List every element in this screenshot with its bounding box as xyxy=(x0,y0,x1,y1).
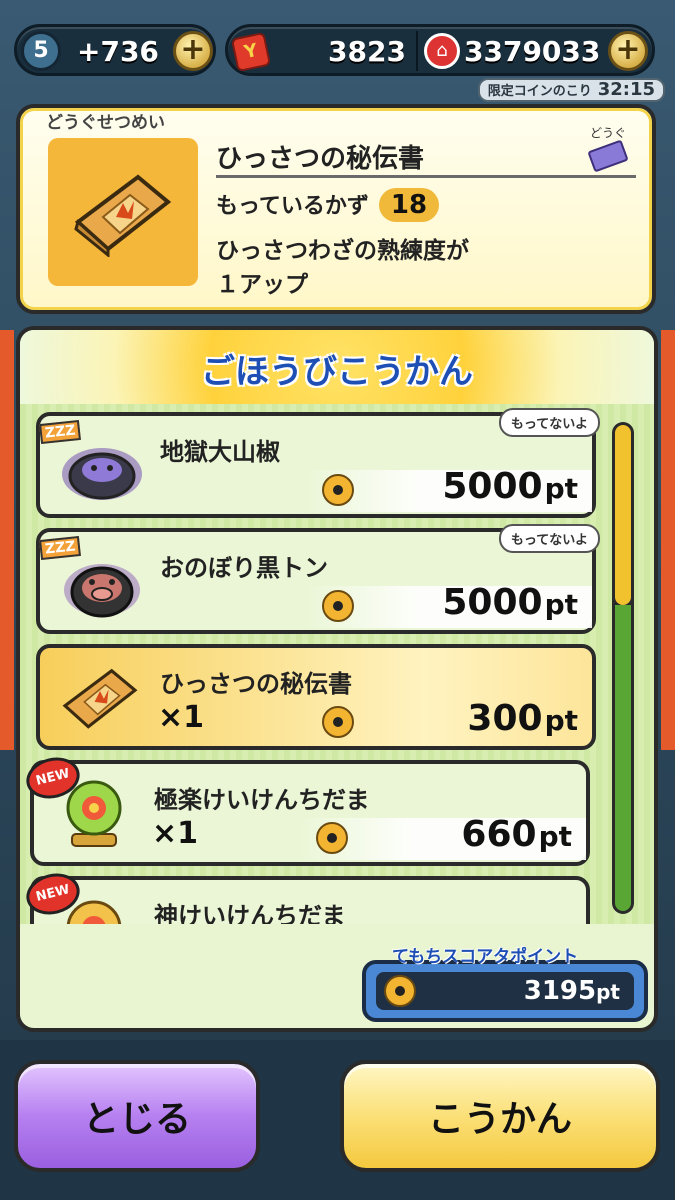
reward-row[interactable]: ZZZ おのぼり黒トン 5000pt もってないよ xyxy=(36,524,600,634)
scrollbar-track xyxy=(615,605,631,911)
reward-list-scrollbar[interactable] xyxy=(612,422,634,914)
reward-row-selected[interactable]: ひっさつの秘伝書 ×1 300pt xyxy=(36,644,596,750)
description-line-2: １アップ xyxy=(216,272,308,298)
add-energy-button[interactable]: + xyxy=(173,31,213,71)
item-description-text: ひっさつわざの熟練度が １アップ xyxy=(216,234,469,302)
timer-value: 32:15 xyxy=(597,79,655,100)
book-icon xyxy=(50,656,150,740)
owned-count-label: もっているかず xyxy=(216,194,369,219)
reward-exchange-panel: ごほうびこうかん ZZZ 地獄大山椒 5000pt もってないよ ZZZ おのぼ… xyxy=(16,326,658,1032)
my-points-inner: 3195pt xyxy=(376,972,634,1010)
description-tab-label: どうぐせつめい xyxy=(46,113,165,133)
owned-count-row: もっているかず 18 xyxy=(216,188,440,222)
reward-header: ごほうびこうかん xyxy=(20,330,654,404)
point-icon xyxy=(322,590,354,622)
point-icon xyxy=(316,822,348,854)
money-value: 3379033 xyxy=(464,35,601,68)
book-icon xyxy=(48,138,198,286)
energy-counter: 5 +736 + xyxy=(14,24,216,76)
add-money-button[interactable]: + xyxy=(608,31,648,71)
reward-list[interactable]: ZZZ 地獄大山椒 5000pt もってないよ ZZZ おのぼり黒トン 5000… xyxy=(20,404,654,924)
not-owned-badge: もってないよ xyxy=(498,408,600,437)
y-coin-icon: Y xyxy=(230,31,272,73)
limited-coin-timer: 限定コインのこり 32:15 xyxy=(477,78,665,102)
point-icon xyxy=(322,474,354,506)
my-points-box: 3195pt xyxy=(362,960,648,1022)
reward-name: 地獄大山椒 xyxy=(160,438,280,466)
item-description-panel: どうぐせつめい ひっさつの秘伝書 どうぐ もっているかず 18 ひっさつわざの熟練… xyxy=(16,104,656,314)
reward-row[interactable]: NEW 神けいけんちだま xyxy=(21,868,590,924)
energy-value: +736 xyxy=(77,35,159,68)
my-points-label: てもちスコアタポイント xyxy=(392,947,579,967)
reward-price: 300pt xyxy=(467,698,578,739)
sleeping-tag: ZZZ xyxy=(39,419,82,445)
top-status-bar: 5 +736 + Y 3823 ⌂ 3379033 + 限定コインのこり 32:1… xyxy=(0,0,675,104)
reward-name: ひっさつの秘伝書 xyxy=(160,670,352,698)
reward-row[interactable]: NEW 極楽けいけんちだま ×1 660pt xyxy=(21,752,590,866)
reward-name: 神けいけんちだま xyxy=(154,902,346,924)
divider xyxy=(416,31,418,71)
my-points-value: 3195pt xyxy=(523,976,620,1006)
not-owned-badge: もってないよ xyxy=(498,524,600,553)
reward-price: 660pt xyxy=(461,814,572,855)
money-icon: ⌂ xyxy=(424,33,460,69)
coin-value: 3823 xyxy=(328,35,406,68)
reward-name: 極楽けいけんちだま xyxy=(154,786,370,814)
item-name: ひっさつの秘伝書 xyxy=(216,138,636,178)
category-tag: どうぐ xyxy=(578,124,638,173)
timer-label: 限定コインのこり xyxy=(487,84,592,99)
reward-price: 5000pt xyxy=(442,582,578,623)
scrollbar-thumb[interactable] xyxy=(615,425,631,605)
background-edge-left xyxy=(0,330,14,750)
sleeping-tag: ZZZ xyxy=(39,535,82,561)
currency-counter: Y 3823 ⌂ 3379033 + xyxy=(225,24,655,76)
owned-count-value: 18 xyxy=(378,188,440,222)
reward-row[interactable]: ZZZ 地獄大山椒 5000pt もってないよ xyxy=(36,408,600,518)
background-edge-right xyxy=(661,330,675,750)
reward-price: 5000pt xyxy=(442,466,578,507)
exchange-button[interactable]: こうかん xyxy=(340,1060,660,1172)
reward-quantity: ×1 xyxy=(152,816,199,851)
description-line-1: ひっさつわざの熟練度が xyxy=(216,238,469,264)
point-icon xyxy=(384,975,416,1007)
point-icon xyxy=(322,706,354,738)
reward-title: ごほうびこうかん xyxy=(201,352,473,392)
reward-quantity: ×1 xyxy=(158,700,205,735)
energy-level-badge: 5 xyxy=(21,31,61,71)
close-button[interactable]: とじる xyxy=(14,1060,260,1172)
my-points-display: 3195pt てもちスコアタポイント xyxy=(362,942,648,1022)
category-tag-label: どうぐ xyxy=(589,126,626,140)
reward-name: おのぼり黒トン xyxy=(160,554,328,582)
